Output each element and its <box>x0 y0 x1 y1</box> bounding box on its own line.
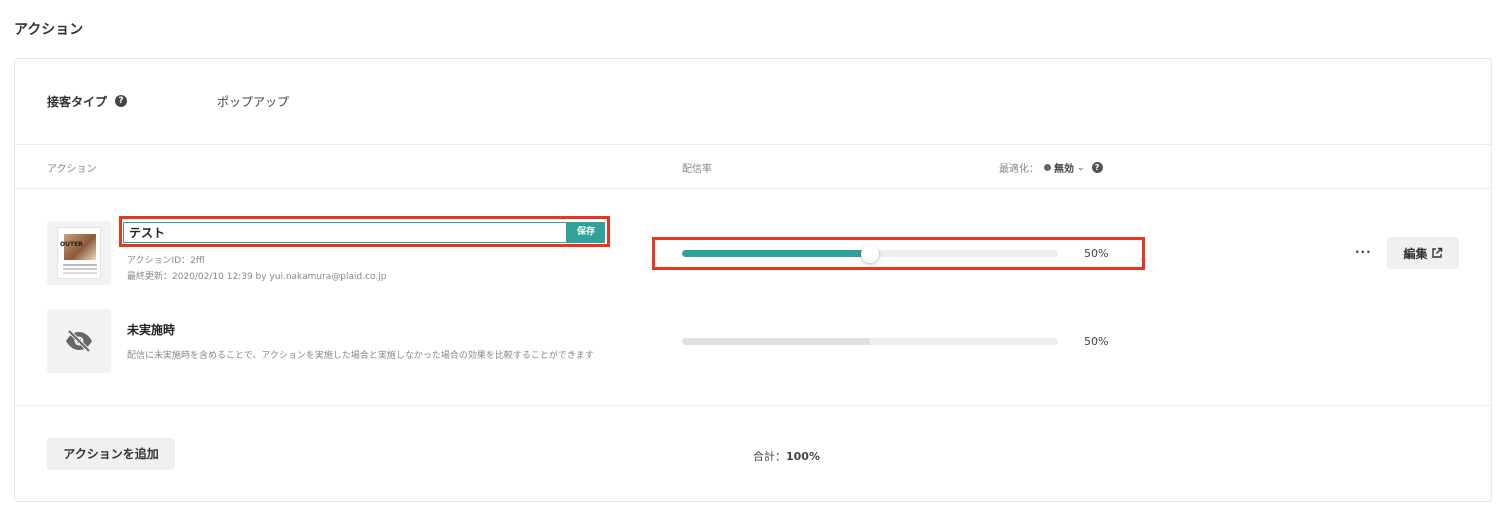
more-options-icon[interactable]: ··· <box>1355 245 1372 259</box>
total-label: 合計： <box>753 450 786 463</box>
status-dot-icon <box>1044 164 1051 171</box>
no-action-rate-percent: 50% <box>1084 335 1109 348</box>
popup-preview: OUTER <box>57 227 101 279</box>
preview-text: OUTER <box>60 241 83 248</box>
rate-slider-fill <box>682 250 870 257</box>
no-action-rate-fill <box>682 338 870 345</box>
action-card: 接客タイプ ? ポップアップ アクション 配信率 最適化： 無効 ⌄ ? OUT… <box>14 58 1492 502</box>
action-name-input[interactable] <box>123 222 567 243</box>
action-id: アクションID：2ffl <box>127 256 205 266</box>
rate-percent: 50% <box>1084 247 1109 260</box>
customer-type-value: ポップアップ <box>217 95 290 109</box>
rate-slider-handle[interactable] <box>861 245 879 263</box>
optimize-dropdown[interactable]: 最適化： 無効 ⌄ ? <box>999 160 1103 175</box>
card-footer: アクションを追加 合計：100% <box>15 405 1491 502</box>
page-title: アクション <box>14 22 84 38</box>
eye-off-icon <box>66 329 92 353</box>
customer-type-label: 接客タイプ <box>47 95 108 109</box>
rate-slider[interactable] <box>682 245 1058 263</box>
optimize-label: 最適化： <box>999 164 1039 175</box>
external-link-icon <box>1431 247 1442 258</box>
chevron-down-icon: ⌄ <box>1077 162 1085 173</box>
edit-button[interactable]: 編集 <box>1387 237 1459 269</box>
help-icon[interactable]: ? <box>1091 162 1103 173</box>
total-rate: 合計：100% <box>753 448 820 464</box>
no-action-rate-bar <box>682 338 1058 345</box>
no-action-title: 未実施時 <box>127 323 176 337</box>
save-button[interactable]: 保存 <box>567 222 605 243</box>
no-action-thumbnail <box>47 309 111 373</box>
preview-lines <box>63 264 97 266</box>
no-action-description: 配信に未実施時を含めることで、アクションを実施した場合と実施しなかった場合の効果… <box>127 351 594 361</box>
action-thumbnail: OUTER <box>47 221 111 285</box>
total-value: 100% <box>786 450 820 463</box>
customer-type-row: 接客タイプ ? ポップアップ <box>15 59 1491 145</box>
optimize-value: 無効 <box>1054 164 1074 175</box>
add-action-button[interactable]: アクションを追加 <box>47 438 175 470</box>
help-icon[interactable]: ? <box>115 95 127 107</box>
last-updated: 最終更新：2020/02/10 12:39 by yui.nakamura@pl… <box>127 272 387 282</box>
header-rate: 配信率 <box>682 164 712 175</box>
header-action: アクション <box>47 164 97 175</box>
edit-label: 編集 <box>1403 246 1428 261</box>
table-header: アクション 配信率 最適化： 無効 ⌄ ? <box>15 145 1491 189</box>
